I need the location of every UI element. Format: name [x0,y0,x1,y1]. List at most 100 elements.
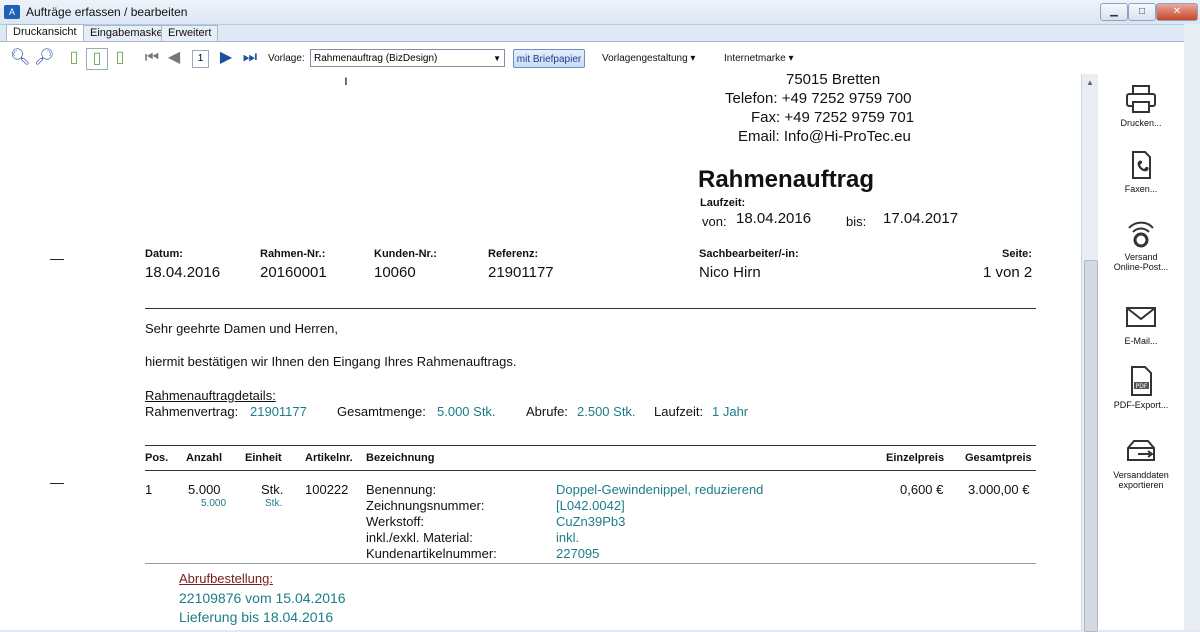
title-bar: A Aufträge erfassen / bearbeiten ▁ □ ✕ [0,0,1200,25]
tab-eingabemaske[interactable]: Eingabemaske [83,25,170,41]
von-value: 18.04.2016 [736,210,812,227]
fold-mark: — [50,474,64,490]
background-window-edge [1184,24,1200,630]
bis-label: bis: [846,214,867,229]
zoom-out-icon[interactable]: 🔍︎ [10,48,30,68]
datum-value: 18.04.2016 [145,264,221,281]
rahmen-label: Rahmen-Nr.: [260,248,326,260]
email-label: E-Mail... [1124,336,1158,346]
fold-mark: — [50,250,64,266]
vertical-scrollbar[interactable]: ▲ [1081,74,1099,632]
fax-icon [1132,151,1151,179]
abruf-title: Abrufbestellung: [179,571,273,586]
wireless-send-icon [1128,221,1154,248]
datum-label: Datum: [145,248,183,260]
last-page-icon[interactable]: ⏭ [240,48,260,68]
row-gesamtpreis: 3.000,00 € [968,482,1030,497]
details-title: Rahmenauftragdetails: [145,388,276,403]
sachbearbeiter-label: Sachbearbeiter/-in: [699,248,799,260]
abrufe-value: 2.500 Stk. [577,404,636,419]
page-width-icon[interactable]: ▯ [110,48,130,68]
online-post-label-2: Online-Post... [1113,262,1169,272]
single-page-icon[interactable]: ▯ [64,48,84,68]
fax-button[interactable]: Faxen... [1098,150,1184,194]
next-page-icon[interactable]: ▶ [216,48,236,68]
shipping-export-label-1: Versanddaten [1113,470,1169,480]
row-einheit: Stk. [261,482,284,497]
attr-value: inkl. [556,530,580,545]
attr-value: Doppel-Gewindenippel, reduzierend [556,482,764,497]
abruf-line1: 22109876 vom 15.04.2016 [179,590,346,606]
briefpapier-button[interactable]: mit Briefpapier [513,49,585,68]
fax-label: Faxen... [1124,184,1158,194]
zoom-in-icon[interactable]: 🔎︎ [34,48,54,68]
vorlagengestaltung-label: Vorlagengestaltung [602,53,688,64]
vorlage-label: Vorlage: [268,53,305,64]
sender-fax: Fax: +49 7252 9759 701 [751,109,915,126]
laufzeit-detail-value: 1 Jahr [712,404,749,419]
toolbar: 🔍︎ 🔎︎ ▯ ▯ ▯ ⏮ ◀ 1 ▶ ⏭ Vorlage: Rahmenauf… [0,41,1200,75]
pdf-file-icon: PDF [1131,366,1152,396]
document-preview: ı 75015 Bretten Telefon: +49 7252 9759 7… [0,74,1081,630]
printer-icon [1126,85,1156,113]
maximize-button[interactable]: □ [1128,3,1156,21]
table-top-rule [145,445,1036,446]
cut-off-glyph: ı [344,74,348,88]
row-pos: 1 [145,482,153,497]
laufzeit-detail-label: Laufzeit: [654,404,704,419]
row-einheit-sub: Stk. [265,498,283,509]
envelope-icon [1126,307,1156,327]
th-gesamtpreis: Gesamtpreis [965,452,1032,464]
scrollbar-thumb[interactable] [1084,260,1098,632]
internetmarke-menu[interactable]: Internetmarke ▾ [724,53,794,64]
greeting: Sehr geehrte Damen und Herren, [145,321,338,336]
th-einheit: Einheit [245,452,282,464]
document-title: Rahmenauftrag [698,166,875,193]
chevron-down-icon: ▾ [690,53,696,64]
vertrag-label: Rahmenvertrag: [145,404,239,419]
tab-bar: Druckansicht Eingabemaske Erweitert [0,24,1200,42]
shipping-export-label-2: exportieren [1118,480,1164,490]
seite-label: Seite: [1002,248,1032,260]
close-button[interactable]: ✕ [1156,3,1198,21]
von-label: von: [702,214,727,229]
th-pos: Pos. [145,452,169,464]
shipping-export-icon [1127,440,1155,461]
th-einzelpreis: Einzelpreis [886,452,945,464]
sachbearbeiter-value: Nico Hirn [699,264,761,281]
seite-value: 1 von 2 [983,264,1033,281]
attr-label: Zeichnungsnummer: [366,498,485,513]
print-label: Drucken... [1120,118,1162,128]
print-button[interactable]: Drucken... [1098,84,1184,128]
th-anzahl: Anzahl [186,452,223,464]
attr-value: 227095 [556,546,600,561]
prev-page-icon[interactable]: ◀ [164,48,184,68]
two-page-icon[interactable]: ▯ [86,48,108,70]
pdf-export-button[interactable]: PDF PDF-Export... [1098,366,1184,410]
row-einzelpreis: 0,600 € [900,482,944,497]
tab-erweitert[interactable]: Erweitert [161,25,219,41]
menge-label: Gesamtmenge: [337,404,426,419]
kunde-value: 10060 [374,264,416,281]
scroll-up-icon[interactable]: ▲ [1086,78,1094,87]
table-header-rule [145,470,1036,471]
online-post-button[interactable]: Versand Online-Post... [1098,218,1184,272]
attr-label: Werkstoff: [366,514,425,529]
th-bezeichnung: Bezeichnung [366,452,435,464]
vertrag-value: 21901177 [250,404,307,419]
sender-city: 75015 Bretten [786,74,881,88]
vorlage-value: Rahmenauftrag (BizDesign) [314,53,438,64]
abrufe-label: Abrufe: [526,404,568,419]
vorlage-select[interactable]: Rahmenauftrag (BizDesign) ▼ [310,49,505,67]
vorlagengestaltung-menu[interactable]: Vorlagengestaltung ▾ [602,53,695,64]
shipping-export-button[interactable]: Versanddaten exportieren [1098,436,1184,490]
tab-druckansicht[interactable]: Druckansicht [6,24,84,42]
first-page-icon[interactable]: ⏮ [142,48,162,68]
row-anzahl-sub: 5.000 [201,498,227,509]
page-number-input[interactable]: 1 [192,50,209,68]
window-title: Aufträge erfassen / bearbeiten [26,5,188,19]
email-button[interactable]: E-Mail... [1098,302,1184,346]
attr-value: CuZn39Pb3 [556,514,626,529]
row-rule [145,563,1036,564]
minimize-button[interactable]: ▁ [1100,3,1128,21]
